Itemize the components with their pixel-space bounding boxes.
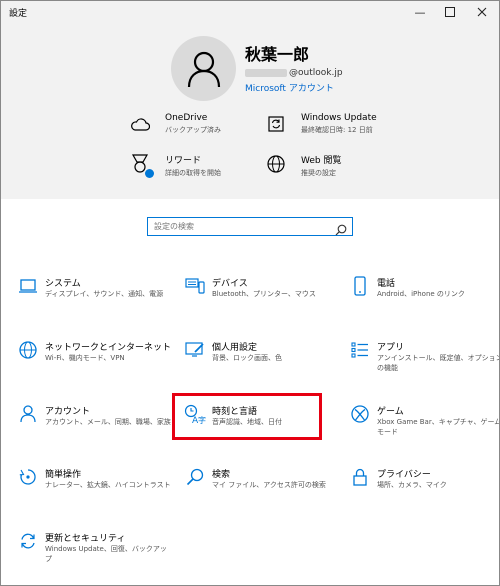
microsoft-account-link[interactable]: Microsoft アカウント	[245, 81, 334, 94]
tile-ease-of-access[interactable]: 簡単操作 ナレーター、拡大鏡、ハイコントラスト	[17, 466, 172, 516]
minimize-button[interactable]: —	[405, 1, 435, 23]
tile-gaming[interactable]: ゲーム Xbox Game Bar、キャプチャ、ゲーム モード	[349, 403, 500, 453]
search-icon	[184, 466, 206, 488]
tile-subtitle: ディスプレイ、サウンド、通知、電源	[45, 290, 164, 298]
search-input[interactable]: 設定の検索	[147, 217, 353, 236]
quick-subtitle: 詳細の取得を開始	[165, 169, 221, 177]
quick-onedrive[interactable]: OneDrive バックアップ済み	[129, 113, 221, 135]
tile-update-security[interactable]: 更新とセキュリティ Windows Update、回復、バックアップ	[17, 530, 172, 580]
tile-devices[interactable]: デバイス Bluetooth、プリンター、マウス	[184, 275, 339, 325]
tile-subtitle: ナレーター、拡大鏡、ハイコントラスト	[45, 481, 171, 489]
search-placeholder: 設定の検索	[154, 222, 194, 231]
laptop-icon	[17, 275, 39, 297]
tile-search[interactable]: 検索 マイ ファイル、アクセス許可の検索	[184, 466, 339, 516]
tile-title: ゲーム	[377, 407, 404, 417]
quick-web-browsing[interactable]: Web 閲覧 推奨の設定	[265, 153, 341, 178]
tile-subtitle: Xbox Game Bar、キャプチャ、ゲーム モード	[377, 418, 500, 436]
tile-subtitle: 背景、ロック画面、色	[212, 354, 282, 362]
tile-title: ネットワークとインターネット	[45, 343, 172, 353]
quick-title: OneDrive	[165, 113, 208, 123]
update-icon	[17, 530, 39, 552]
tile-subtitle: アカウント、メール、同期、職場、家族	[45, 418, 171, 426]
lock-icon	[349, 466, 371, 488]
tile-title: 簡単操作	[45, 470, 82, 480]
minimize-icon: —	[414, 5, 426, 19]
user-name: 秋葉一郎	[245, 45, 310, 64]
tile-subtitle: Windows Update、回復、バックアップ	[45, 545, 167, 563]
user-email: @outlook.jp	[245, 67, 343, 79]
update-icon	[265, 113, 287, 135]
tile-title: 検索	[212, 470, 231, 480]
settings-window: 設定 — 秋葉一郎 @outlook.jp Microsoft アカウント On…	[0, 0, 500, 586]
profile-header: 秋葉一郎 @outlook.jp Microsoft アカウント OneDriv…	[1, 23, 499, 199]
tile-subtitle: マイ ファイル、アクセス許可の検索	[212, 481, 326, 489]
tile-title: システム	[45, 279, 81, 289]
tile-title: 電話	[377, 279, 396, 289]
tile-system[interactable]: システム ディスプレイ、サウンド、通知、電源	[17, 275, 172, 325]
tile-privacy[interactable]: プライバシー 場所、カメラ、マイク	[349, 466, 499, 516]
tile-title: デバイス	[212, 279, 248, 289]
tile-subtitle: Android、iPhone のリンク	[377, 290, 465, 298]
email-domain: @outlook.jp	[289, 68, 343, 78]
window-title: 設定	[9, 9, 28, 19]
tile-title: 更新とセキュリティ	[45, 534, 126, 544]
tile-network[interactable]: ネットワークとインターネット Wi-Fi、機内モード、VPN	[17, 339, 172, 389]
tile-subtitle: Wi-Fi、機内モード、VPN	[45, 354, 125, 362]
phone-icon	[349, 275, 371, 297]
ease-of-access-icon	[17, 466, 39, 488]
tile-subtitle: 場所、カメラ、マイク	[377, 481, 447, 489]
notification-dot	[145, 169, 154, 178]
tile-personalization[interactable]: 個人用設定 背景、ロック画面、色	[184, 339, 339, 389]
quick-windows-update[interactable]: Windows Update 最終確認日時: 12 日前	[265, 113, 377, 135]
quick-rewards[interactable]: リワード 詳細の取得を開始	[129, 153, 221, 178]
tile-subtitle: アンインストール、既定値、オプションの機能	[377, 354, 500, 372]
xbox-icon	[349, 403, 371, 425]
close-icon	[477, 7, 487, 17]
maximize-button[interactable]	[435, 1, 465, 23]
personalization-icon	[184, 339, 206, 361]
globe-icon	[265, 153, 287, 175]
highlight-frame	[172, 393, 322, 440]
person-icon	[187, 51, 220, 87]
cloud-icon	[129, 113, 151, 135]
tile-title: プライバシー	[377, 470, 431, 480]
tile-phone[interactable]: 電話 Android、iPhone のリンク	[349, 275, 499, 325]
tile-title: アカウント	[45, 407, 91, 417]
quick-subtitle: 推奨の設定	[301, 169, 336, 177]
tile-subtitle: Bluetooth、プリンター、マウス	[212, 290, 316, 298]
close-button[interactable]	[467, 1, 497, 23]
quick-title: リワード	[165, 156, 202, 166]
quick-title: Web 閲覧	[301, 156, 342, 166]
tile-title: 個人用設定	[212, 343, 258, 353]
tile-title: アプリ	[377, 343, 405, 353]
quick-subtitle: バックアップ済み	[165, 126, 221, 134]
search-icon	[335, 221, 347, 236]
quick-title: Windows Update	[301, 113, 377, 123]
avatar[interactable]	[171, 36, 236, 101]
tile-apps[interactable]: アプリ アンインストール、既定値、オプションの機能	[349, 339, 500, 389]
maximize-icon	[445, 7, 455, 17]
globe-icon	[17, 339, 39, 361]
apps-list-icon	[349, 339, 371, 361]
reward-medal-icon	[129, 153, 154, 178]
keyboard-icon	[184, 275, 206, 297]
quick-subtitle: 最終確認日時: 12 日前	[301, 126, 373, 134]
person-icon	[17, 403, 39, 425]
title-bar: 設定 —	[1, 1, 499, 23]
email-redacted	[245, 69, 287, 77]
tile-accounts[interactable]: アカウント アカウント、メール、同期、職場、家族	[17, 403, 172, 453]
